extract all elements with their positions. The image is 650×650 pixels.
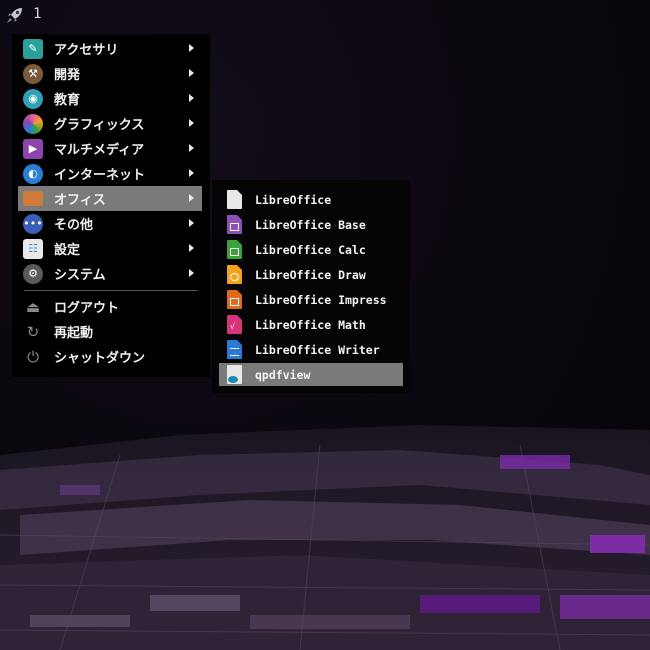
libreoffice-calc-icon [227, 240, 242, 259]
menu-item-label: 設定 [54, 243, 81, 258]
submenu-item-libreoffice-math[interactable]: √ LibreOffice Math [219, 313, 403, 336]
system-icon: ⚙ [23, 263, 43, 284]
application-menu: ✎ アクセサリ ⚒ 開発 ◉ 教育 グラフィックス ▶ マルチメディア ◐ イン… [12, 34, 210, 377]
submenu-item-label: LibreOffice Base [255, 217, 366, 232]
menu-item-label: マルチメディア [54, 143, 145, 158]
menu-item-shutdown[interactable]: ⏻ シャットダウン [18, 344, 202, 369]
libreoffice-icon [227, 190, 242, 209]
logout-icon: ⏏ [25, 297, 41, 316]
menu-item-label: システム [54, 268, 106, 283]
graphics-icon [23, 113, 43, 134]
menu-item-multimedia[interactable]: ▶ マルチメディア [18, 136, 202, 161]
submenu-item-label: LibreOffice Impress [255, 292, 387, 307]
menu-item-label: グラフィックス [54, 118, 145, 133]
office-icon [23, 191, 43, 206]
chevron-right-icon [189, 94, 194, 102]
qpdfview-icon [227, 365, 242, 384]
menu-item-reboot[interactable]: ↻ 再起動 [18, 319, 202, 344]
hammer-icon: ⚒ [23, 63, 43, 84]
menu-divider [24, 290, 198, 291]
wallpaper-floor [0, 415, 650, 650]
chevron-right-icon [189, 244, 194, 252]
submenu-item-label: LibreOffice Calc [255, 242, 366, 257]
taskbar: 1 [0, 0, 650, 30]
chevron-right-icon [189, 194, 194, 202]
multimedia-icon: ▶ [23, 138, 43, 159]
menu-item-logout[interactable]: ⏏ ログアウト [18, 294, 202, 319]
menu-item-system[interactable]: ⚙ システム [18, 261, 202, 286]
menu-item-label: 教育 [54, 93, 81, 108]
chevron-right-icon [189, 219, 194, 227]
shutdown-icon: ⏻ [27, 347, 39, 366]
submenu-item-label: LibreOffice Writer [255, 342, 380, 357]
chevron-right-icon [189, 169, 194, 177]
submenu-item-label: LibreOffice Draw [255, 267, 366, 282]
menu-item-internet[interactable]: ◐ インターネット [18, 161, 202, 186]
menu-item-label: 開発 [54, 68, 81, 83]
submenu-item-label: LibreOffice Math [255, 317, 366, 332]
submenu-item-libreoffice-impress[interactable]: LibreOffice Impress [219, 288, 403, 311]
chevron-right-icon [189, 144, 194, 152]
settings-icon: ☷ [23, 238, 43, 259]
libreoffice-writer-icon [227, 340, 242, 359]
submenu-item-qpdfview[interactable]: qpdfview [219, 363, 403, 386]
reboot-icon: ↻ [26, 322, 40, 341]
menu-item-label: その他 [54, 218, 94, 233]
chevron-right-icon [189, 69, 194, 77]
internet-icon: ◐ [23, 163, 43, 184]
menu-item-label: シャットダウン [54, 351, 146, 366]
menu-item-education[interactable]: ◉ 教育 [18, 86, 202, 111]
libreoffice-impress-icon [227, 290, 242, 309]
chevron-right-icon [189, 44, 194, 52]
submenu-item-libreoffice-writer[interactable]: LibreOffice Writer [219, 338, 403, 361]
chevron-right-icon [189, 269, 194, 277]
menu-item-label: 再起動 [54, 326, 94, 341]
submenu-item-libreoffice-calc[interactable]: LibreOffice Calc [219, 238, 403, 261]
office-submenu: LibreOffice LibreOffice Base LibreOffice… [212, 180, 410, 393]
libreoffice-base-icon [227, 215, 242, 234]
desktop: 1 ✎ アクセサリ ⚒ 開発 ◉ 教育 グラフィックス ▶ マルチメディア ◐ … [0, 0, 650, 650]
menu-item-development[interactable]: ⚒ 開発 [18, 61, 202, 86]
accessories-icon: ✎ [23, 38, 43, 59]
submenu-item-label: qpdfview [255, 367, 311, 382]
libreoffice-math-icon: √ [227, 315, 242, 334]
workspace-number[interactable]: 1 [33, 6, 41, 22]
rocket-icon[interactable] [5, 5, 25, 25]
menu-item-other[interactable]: ••• その他 [18, 211, 202, 236]
education-icon: ◉ [23, 88, 43, 109]
submenu-item-libreoffice-draw[interactable]: LibreOffice Draw [219, 263, 403, 286]
menu-item-office[interactable]: オフィス [18, 186, 202, 211]
menu-item-accessories[interactable]: ✎ アクセサリ [18, 36, 202, 61]
submenu-item-label: LibreOffice [255, 192, 332, 207]
menu-item-settings[interactable]: ☷ 設定 [18, 236, 202, 261]
chevron-right-icon [189, 119, 194, 127]
submenu-item-libreoffice-base[interactable]: LibreOffice Base [219, 213, 403, 236]
menu-item-label: オフィス [54, 193, 106, 208]
libreoffice-draw-icon [227, 265, 242, 284]
menu-item-label: ログアウト [54, 301, 120, 316]
menu-item-label: アクセサリ [54, 43, 119, 58]
other-icon: ••• [23, 213, 43, 234]
submenu-item-libreoffice[interactable]: LibreOffice [219, 188, 403, 211]
menu-item-graphics[interactable]: グラフィックス [18, 111, 202, 136]
menu-item-label: インターネット [54, 168, 146, 183]
